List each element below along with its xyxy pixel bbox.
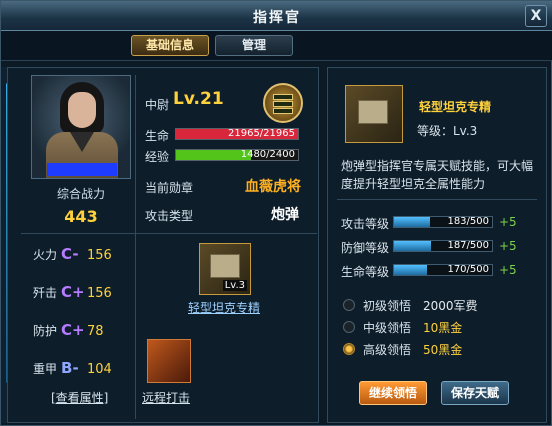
life-level-label: 生命等级 xyxy=(341,265,390,279)
power-value: 443 xyxy=(64,207,98,226)
window-title: 指挥官 xyxy=(253,10,301,26)
detail-skill-icon xyxy=(345,85,403,143)
stat-protection: 防护 C+ 78 xyxy=(33,321,104,339)
detail-skill-description: 炮弹型指挥官专属天赋技能，可大幅度提升轻型坦克全属性能力 xyxy=(341,159,534,191)
attack-type-label: 攻击类型 xyxy=(145,209,194,223)
tab-bar: 基础信息 管理 xyxy=(1,31,552,61)
defense-level-bar: 187/500 xyxy=(393,240,493,252)
exp-bar: 1480/2400 xyxy=(175,149,299,161)
commander-window: 指挥官 X 基础信息 管理 综合战力 443 中尉 Lv.21 生命 21965… xyxy=(0,0,552,426)
defense-level-plus: +5 xyxy=(499,239,517,253)
continue-comprehend-button[interactable]: 继续领悟 xyxy=(359,381,427,405)
attack-level-bar: 183/500 xyxy=(393,216,493,228)
hp-label: 生命 xyxy=(145,129,170,143)
exp-text: 1480/2400 xyxy=(240,149,295,160)
divider xyxy=(21,233,317,234)
skill-level-tag: Lv.3 xyxy=(222,280,247,291)
option-radio-advanced[interactable] xyxy=(343,343,355,355)
attack-level-text: 183/500 xyxy=(447,216,489,227)
view-attributes-link[interactable]: [查看属性] xyxy=(51,389,108,406)
life-level-fill xyxy=(394,265,428,275)
hp-bar: 21965/21965 xyxy=(175,128,299,140)
tab-basic-info[interactable]: 基础信息 xyxy=(131,35,209,56)
defense-level-fill xyxy=(394,241,431,251)
defense-level-text: 187/500 xyxy=(447,240,489,251)
attack-type-value: 炮弹 xyxy=(271,207,299,223)
hp-text: 21965/21965 xyxy=(228,128,295,139)
save-talent-button[interactable]: 保存天赋 xyxy=(441,381,509,405)
title-bar: 指挥官 X xyxy=(1,1,552,31)
attack-level-label: 攻击等级 xyxy=(341,217,390,231)
divider xyxy=(135,75,136,419)
option-cost-basic: 2000军费 xyxy=(423,299,478,313)
close-button[interactable]: X xyxy=(525,5,547,27)
option-cost-medium: 10黑金 xyxy=(423,321,463,335)
nameplate xyxy=(47,163,117,176)
attack-level-plus: +5 xyxy=(499,215,517,229)
rank-badge-icon xyxy=(263,83,303,123)
power-label: 综合战力 xyxy=(56,187,105,201)
medal-value: 血薇虎将 xyxy=(245,179,301,195)
option-label-basic[interactable]: 初级领悟 xyxy=(363,297,411,314)
stat-heavy-armor: 重甲 B- 104 xyxy=(33,359,112,377)
option-label-advanced[interactable]: 高级领悟 xyxy=(363,341,411,358)
defense-level-label: 防御等级 xyxy=(341,241,390,255)
option-cost-advanced: 50黑金 xyxy=(423,343,463,357)
skill-name-long-range[interactable]: 远程打击 xyxy=(142,389,190,406)
tab-manage[interactable]: 管理 xyxy=(215,35,293,56)
life-level-bar: 170/500 xyxy=(393,264,493,276)
long-range-strike-skill-icon[interactable] xyxy=(147,339,191,383)
exp-label: 经验 xyxy=(145,150,170,164)
detail-skill-level: 等级：Lv.3 xyxy=(417,124,478,138)
level-value: Lv.21 xyxy=(173,89,224,109)
rank-label: 中尉 xyxy=(145,98,170,112)
light-tank-skill-icon[interactable]: Lv.3 xyxy=(199,243,251,295)
stat-strike: 歼击 C+ 156 xyxy=(33,283,112,301)
life-level-text: 170/500 xyxy=(447,264,489,275)
option-label-medium[interactable]: 中级领悟 xyxy=(363,319,411,336)
stat-firepower: 火力 C- 156 xyxy=(33,245,112,263)
attack-level-fill xyxy=(394,217,430,227)
option-radio-medium[interactable] xyxy=(343,321,355,333)
skill-name-light-tank[interactable]: 轻型坦克专精 xyxy=(188,299,260,316)
life-level-plus: +5 xyxy=(499,263,517,277)
divider xyxy=(337,199,537,200)
medal-label: 当前勋章 xyxy=(145,181,194,195)
detail-skill-title: 轻型坦克专精 xyxy=(419,100,492,114)
option-radio-basic[interactable] xyxy=(343,299,355,311)
